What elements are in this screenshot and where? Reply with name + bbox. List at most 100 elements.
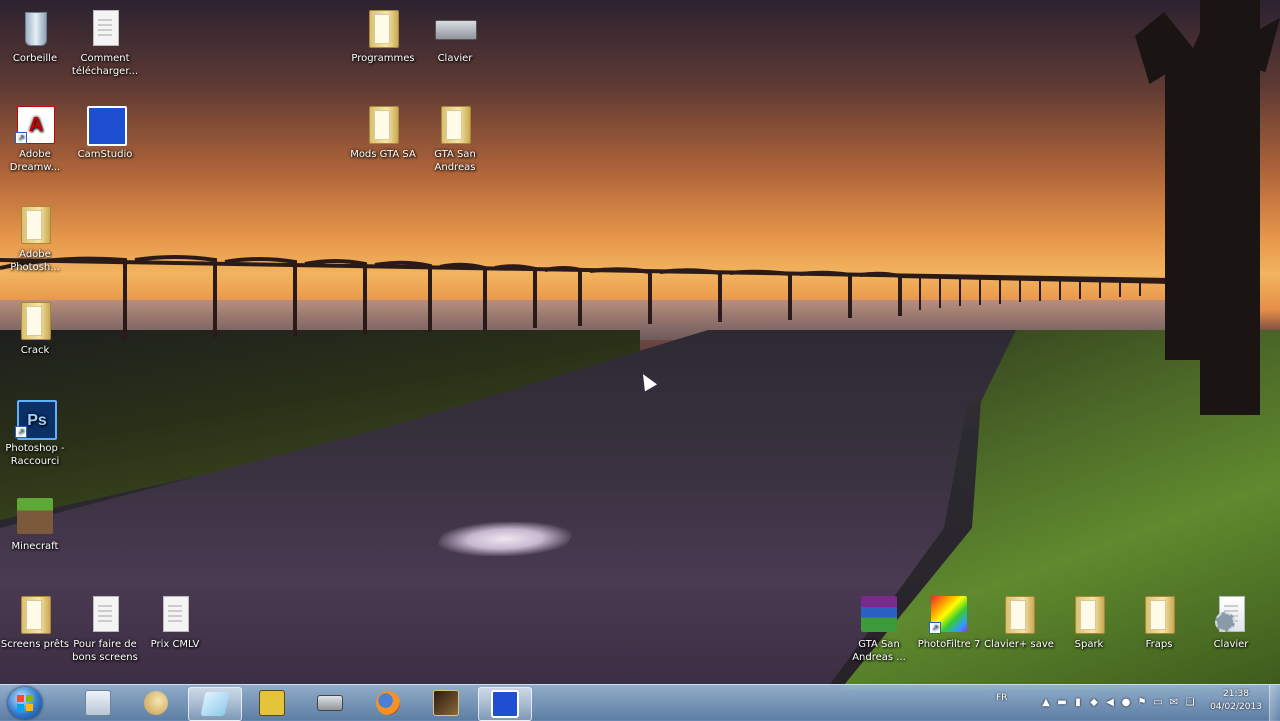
folder-icon [435,104,475,144]
photoshop-icon: Ps ↗ [15,398,57,440]
folder-icon [15,204,55,244]
desktop-icon-fraps[interactable]: Fraps [1124,594,1194,651]
icon-label: Fraps [1145,639,1173,650]
taskbar-firefox[interactable] [362,687,414,719]
icon-label: CamStudio [77,149,133,160]
icon-label: Mods GTA SA [350,149,416,160]
library-icon [85,690,111,716]
language-indicator[interactable]: FR [996,693,1007,703]
desktop-icon-gta-san-andreas-folder[interactable]: GTA San Andreas [420,104,490,174]
taskbar-aero[interactable] [188,687,242,721]
icon-label: Programmes [351,53,415,64]
desktop-icon-programmes[interactable]: Programmes [348,8,418,65]
show-hidden-icons-icon[interactable]: ▲ [1040,697,1052,709]
desktop-icon-minecraft[interactable]: Minecraft [0,496,70,553]
icon-label: Photoshop - Raccourci [5,443,65,467]
icon-label: Corbeille [12,53,58,64]
folder-icon [363,104,403,144]
shortcut-arrow-icon: ↗ [15,132,27,144]
volume-icon[interactable]: ◀ [1104,697,1116,709]
icon-label: Clavier [437,53,473,64]
desktop-icon-camstudio[interactable]: CamStudio [70,104,140,161]
shortcut-arrow-icon: ↗ [15,426,27,438]
wallpaper-puddle [432,522,578,556]
desktop-icon-pour-faire-screens[interactable]: Pour faire de bons screens [70,594,140,664]
chat-icon[interactable]: ✉ [1168,697,1180,709]
network-icon[interactable]: ▮ [1072,697,1084,709]
desktop-icon-clavier-top[interactable]: Clavier [420,8,490,65]
windows-logo-icon [17,695,33,711]
desktop-icon-adobe-photoshop[interactable]: Adobe Photosh... [0,204,70,274]
desktop-icon-adobe-dreamweaver[interactable]: A ↗ Adobe Dreamw... [0,104,70,174]
taskbar-fraps[interactable] [246,687,298,719]
icon-label: Screens prêts [0,639,70,650]
icon-label: Prix CMLV [150,639,200,650]
desktop-icon-crack[interactable]: Crack [0,300,70,357]
desktop-icon-photofiltre[interactable]: ↗ PhotoFiltre 7 [914,594,984,651]
icon-label: Crack [20,345,50,356]
document-icon [85,8,125,48]
icon-label: PhotoFiltre 7 [917,639,981,650]
folder-icon [999,594,1039,634]
document-icon [155,594,195,634]
desktop-icon-comment-telecharger[interactable]: Comment télécharger... [70,8,140,78]
display-icon[interactable]: ▭ [1152,697,1164,709]
keyboard-icon [435,8,477,48]
icon-label: GTA San Andreas [434,149,476,173]
fraps-icon [259,690,285,716]
battery-icon[interactable]: ◆ [1088,697,1100,709]
icon-label: Spark [1074,639,1104,650]
window-icon [200,692,230,716]
settings-icon [1211,594,1251,634]
minecraft-icon [15,496,55,536]
taskbar-paint[interactable] [130,687,182,719]
desktop-icon-photoshop-raccourci[interactable]: Ps ↗ Photoshop - Raccourci [0,398,70,468]
desktop-icon-prix-cmlv[interactable]: Prix CMLV [140,594,210,651]
antivirus-icon[interactable]: ● [1120,697,1132,709]
action-center-icon[interactable]: ⚑ [1136,697,1148,709]
desktop-icon-clavier-bottom[interactable]: Clavier [1196,594,1266,651]
taskbar-clavier[interactable] [304,687,356,719]
recycle-bin-icon [15,8,55,48]
desktop-icon-clavier-save[interactable]: Clavier+ save [984,594,1054,651]
wallpaper-fence [0,255,1170,340]
firefox-icon [376,691,400,715]
show-desktop-button[interactable] [1269,685,1280,721]
taskbar: FR ▲ ▬ ▮ ◆ ◀ ● ⚑ ▭ ✉ ❏ 21:38 04/02/2013 [0,684,1280,721]
icon-label: GTA San Andreas ... [852,639,906,663]
taskbar-camstudio[interactable] [478,687,532,721]
icon-label: Comment télécharger... [71,53,139,77]
folder-icon [1139,594,1179,634]
folder-icon [15,594,55,634]
folder-icon [363,8,403,48]
adobe-icon: A ↗ [15,104,55,144]
desktop-icon-spark[interactable]: Spark [1054,594,1124,651]
clipboard-icon[interactable]: ❏ [1184,697,1196,709]
clock-date: 04/02/2013 [1210,702,1262,712]
desktop-icon-gta-san-andreas-rar[interactable]: GTA San Andreas ... [844,594,914,664]
document-icon [85,594,125,634]
desktop-icon-screens-prets[interactable]: Screens prêts [0,594,70,651]
shortcut-arrow-icon: ↗ [929,622,941,634]
icon-label: Clavier [1213,639,1249,650]
icon-label: Clavier+ save [984,639,1054,650]
system-tray: FR ▲ ▬ ▮ ◆ ◀ ● ⚑ ▭ ✉ ❏ 21:38 04/02/2013 [980,685,1280,721]
folder-icon [1069,594,1109,634]
desktop-icon-corbeille[interactable]: Corbeille [0,8,70,65]
clock-time: 21:38 [1223,689,1249,699]
icon-label: Pour faire de bons screens [72,639,138,663]
icon-label: Adobe Photosh... [10,249,60,273]
camstudio-icon [85,104,127,146]
keyboard-icon [317,695,343,711]
icon-label: Adobe Dreamw... [9,149,61,173]
camstudio-icon [491,690,519,718]
start-button[interactable] [8,687,42,719]
folder-icon [15,300,55,340]
taskbar-gta[interactable] [420,687,472,719]
taskbar-explorer[interactable] [72,687,124,719]
gta-icon [433,690,459,716]
desktop-icon-mods-gta[interactable]: Mods GTA SA [348,104,418,161]
clock[interactable]: 21:38 04/02/2013 [1206,688,1266,714]
folder-tray-icon[interactable]: ▬ [1056,697,1068,709]
photofiltre-icon: ↗ [929,594,969,634]
